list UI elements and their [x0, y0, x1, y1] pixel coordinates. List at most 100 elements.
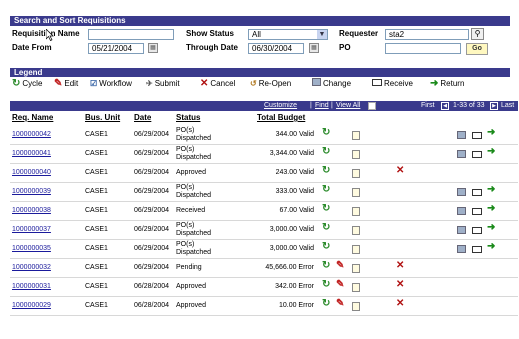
cycle-icon[interactable]: ↻: [322, 260, 330, 271]
total-budget: 3,000.00 Valid: [269, 245, 314, 252]
requisition-link[interactable]: 1000000040: [12, 169, 51, 176]
cycle-icon[interactable]: ↻: [322, 279, 330, 290]
customize-link[interactable]: Customize: [264, 101, 297, 111]
workflow-icon[interactable]: [352, 302, 360, 311]
business-unit: CASE1: [85, 226, 108, 233]
legend-edit: ✎ Edit: [54, 78, 79, 89]
change-icon[interactable]: [457, 226, 466, 234]
requisition-date: 06/29/2004: [134, 169, 170, 176]
cycle-icon[interactable]: ↻: [322, 165, 330, 176]
receive-icon[interactable]: [472, 208, 482, 215]
return-icon[interactable]: ➜: [487, 184, 495, 195]
workflow-icon[interactable]: [352, 131, 360, 140]
submit-icon: ✈: [146, 79, 153, 88]
download-grid-icon[interactable]: [368, 102, 376, 110]
previous-page-icon[interactable]: ◀: [441, 102, 449, 110]
total-budget: 10.00 Error: [278, 302, 314, 309]
chevron-down-icon[interactable]: ▼: [317, 30, 327, 39]
workflow-icon[interactable]: [352, 169, 360, 178]
requisition-date: 06/29/2004: [134, 264, 170, 271]
workflow-icon[interactable]: [352, 264, 360, 273]
receive-icon[interactable]: [472, 246, 482, 253]
requisition-link[interactable]: 1000000032: [12, 264, 51, 271]
find-link[interactable]: Find: [315, 101, 329, 111]
first-link[interactable]: First: [421, 101, 435, 111]
cycle-icon[interactable]: ↻: [322, 146, 330, 157]
magnifier-icon[interactable]: ⚲: [471, 28, 484, 40]
cycle-icon[interactable]: ↻: [322, 241, 330, 252]
cycle-icon[interactable]: ↻: [322, 298, 330, 309]
receive-icon[interactable]: [472, 132, 482, 139]
column-header-date[interactable]: Date: [134, 113, 151, 122]
return-icon[interactable]: ➜: [487, 127, 495, 138]
requester-input[interactable]: [385, 29, 469, 40]
cycle-icon[interactable]: ↻: [322, 127, 330, 138]
table-row: 1000000031 CASE1 06/28/2004 Approved 342.00 …: [10, 278, 518, 296]
column-header-bus-unit[interactable]: Bus. Unit: [85, 113, 120, 122]
show-status-value: All: [252, 30, 261, 39]
requisition-link[interactable]: 1000000039: [12, 188, 51, 195]
change-icon[interactable]: [457, 131, 466, 139]
change-icon[interactable]: [457, 245, 466, 253]
edit-icon[interactable]: ✎: [336, 298, 344, 309]
cancel-icon[interactable]: ✕: [396, 165, 404, 176]
calendar-icon[interactable]: ▦: [309, 43, 319, 53]
requisition-link[interactable]: 1000000031: [12, 283, 51, 290]
next-page-icon[interactable]: ▶: [490, 102, 498, 110]
change-icon[interactable]: [457, 207, 466, 215]
cancel-icon[interactable]: ✕: [396, 279, 404, 290]
column-header-req-name[interactable]: Req. Name: [12, 113, 53, 122]
return-icon[interactable]: ➜: [487, 146, 495, 157]
legend-cancel: ✕ Cancel: [200, 78, 236, 89]
workflow-icon[interactable]: [352, 226, 360, 235]
workflow-icon[interactable]: [352, 207, 360, 216]
requisition-link[interactable]: 1000000042: [12, 131, 51, 138]
requisition-name-input[interactable]: [88, 29, 174, 40]
requisition-status: Approved: [176, 169, 206, 176]
date-from-input[interactable]: [88, 43, 144, 54]
legend-return: ➜ Return: [430, 78, 465, 89]
column-header-total-budget[interactable]: Total Budget: [257, 113, 305, 122]
receive-icon[interactable]: [472, 189, 482, 196]
workflow-icon[interactable]: [352, 150, 360, 159]
requisition-link[interactable]: 1000000038: [12, 207, 51, 214]
requisition-link[interactable]: 1000000029: [12, 302, 51, 309]
requisition-status: PO(s) Dispatched: [176, 184, 212, 199]
cycle-icon[interactable]: ↻: [322, 203, 330, 214]
requisition-link[interactable]: 1000000037: [12, 226, 51, 233]
workflow-icon: ☑: [90, 79, 98, 88]
workflow-icon[interactable]: [352, 283, 360, 292]
edit-icon[interactable]: ✎: [336, 260, 344, 271]
return-icon[interactable]: ➜: [487, 222, 495, 233]
show-status-select[interactable]: All ▼: [248, 29, 328, 40]
last-link[interactable]: Last: [501, 101, 514, 111]
view-all-link[interactable]: View All: [336, 101, 360, 111]
edit-icon[interactable]: ✎: [336, 279, 344, 290]
receive-icon[interactable]: [472, 227, 482, 234]
edit-icon: ✎: [54, 78, 63, 89]
requisition-link[interactable]: 1000000041: [12, 150, 51, 157]
cancel-icon[interactable]: ✕: [396, 298, 404, 309]
workflow-icon[interactable]: [352, 245, 360, 254]
requisition-date: 06/29/2004: [134, 131, 170, 138]
table-row: 1000000035 CASE1 06/29/2004 PO(s) Dispatched…: [10, 240, 518, 258]
cycle-icon[interactable]: ↻: [322, 222, 330, 233]
cycle-icon[interactable]: ↻: [322, 184, 330, 195]
workflow-icon[interactable]: [352, 188, 360, 197]
po-input[interactable]: [385, 43, 461, 54]
grid-column-headers: Req. Name Bus. Unit Date Status Total Bu…: [10, 113, 518, 124]
grid-navigation-bar: Customize | Find | View All First ◀ 1-33…: [10, 101, 518, 111]
cancel-icon: ✕: [200, 78, 209, 89]
requisition-link[interactable]: 1000000035: [12, 245, 51, 252]
return-icon[interactable]: ➜: [487, 203, 495, 214]
calendar-icon[interactable]: ▦: [148, 43, 158, 53]
total-budget: 3,344.00 Valid: [269, 150, 314, 157]
cancel-icon[interactable]: ✕: [396, 260, 404, 271]
change-icon[interactable]: [457, 150, 466, 158]
through-date-input[interactable]: [248, 43, 304, 54]
go-button[interactable]: Go: [466, 43, 488, 55]
receive-icon[interactable]: [472, 151, 482, 158]
change-icon[interactable]: [457, 188, 466, 196]
column-header-status[interactable]: Status: [176, 113, 200, 122]
return-icon[interactable]: ➜: [487, 241, 495, 252]
